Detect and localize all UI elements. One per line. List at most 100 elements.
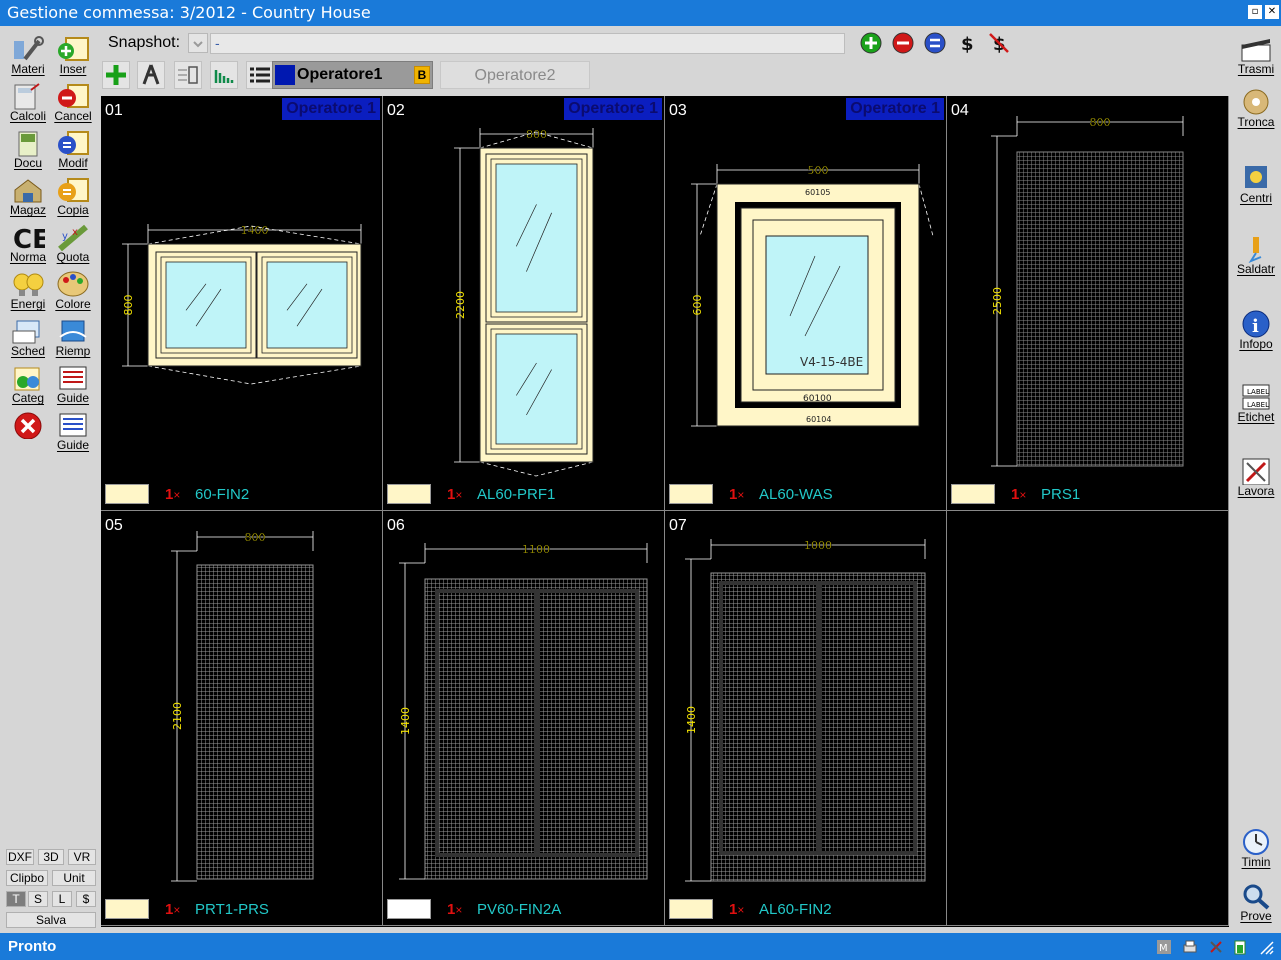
toolbar-button-sched[interactable]: Sched bbox=[6, 315, 50, 359]
small-button-dollar[interactable]: $ bbox=[76, 891, 96, 907]
toolbar-button-prove[interactable]: Prove bbox=[1233, 880, 1279, 924]
cut-roll-icon bbox=[1243, 89, 1269, 115]
width-dimension: 800 bbox=[1090, 116, 1111, 129]
window-drawing: 800 2100 bbox=[171, 531, 314, 882]
toolbar-button-inser[interactable]: Inser bbox=[51, 33, 95, 77]
bars-button[interactable] bbox=[210, 61, 238, 89]
remove-circle-icon[interactable] bbox=[891, 31, 915, 55]
window-cell[interactable]: 1000 1400 07 1× AL60-FIN2 bbox=[665, 511, 947, 926]
toolbar-button-energi[interactable]: Energi bbox=[6, 268, 50, 312]
window-cell[interactable]: 500 600 V4-15-4BE 60105 60100 60104 03 Operator… bbox=[665, 96, 947, 511]
wrench-tools-icon bbox=[14, 36, 44, 61]
cell-number: 06 bbox=[387, 517, 405, 534]
toolbar-button-label: Etichet bbox=[1237, 410, 1275, 424]
swap-circle-icon[interactable] bbox=[923, 31, 947, 55]
small-button-t[interactable]: T bbox=[6, 891, 26, 907]
toolbar-button-label: Timin bbox=[1241, 855, 1271, 869]
machining-center-icon bbox=[1245, 166, 1267, 188]
width-dimension: 1000 bbox=[804, 539, 832, 552]
metric-icon[interactable]: M bbox=[1156, 939, 1172, 955]
window-code: PRS1 bbox=[1041, 486, 1081, 503]
add-button[interactable] bbox=[102, 61, 130, 89]
left-toolbar: Materi Inser Calcoli Cancel Docu Modif Magaz Co… bbox=[0, 26, 100, 933]
toolbar-button-infopo[interactable]: i Infopo bbox=[1233, 308, 1279, 352]
small-button-salva[interactable]: Salva bbox=[6, 912, 96, 928]
toolbar-button-timin[interactable]: Timin bbox=[1233, 826, 1279, 870]
toolbar-button-magaz[interactable]: Magaz bbox=[6, 174, 50, 218]
width-dimension: 1400 bbox=[241, 224, 269, 237]
window-cell[interactable]: 800 2200 02 Operatore 1 1× AL60-PRF1 bbox=[383, 96, 665, 511]
color-swatch[interactable] bbox=[669, 484, 713, 504]
toolbar-button-guide[interactable]: Guide bbox=[51, 409, 95, 453]
welder-icon bbox=[1248, 237, 1262, 263]
quantity: 1× bbox=[729, 901, 744, 918]
toolbar-button-trasmi[interactable]: Trasmi bbox=[1233, 33, 1279, 77]
dollar-icon[interactable]: $ bbox=[955, 31, 979, 55]
cell-number: 02 bbox=[387, 102, 405, 119]
close-window-button[interactable]: ✕ bbox=[1265, 5, 1279, 19]
compass-button[interactable] bbox=[137, 61, 165, 89]
color-swatch[interactable] bbox=[105, 484, 149, 504]
snapshot-field[interactable]: - bbox=[210, 33, 845, 54]
toolbar-button-riemp[interactable]: Riemp bbox=[51, 315, 95, 359]
small-button-unit[interactable]: Unit bbox=[52, 870, 96, 886]
toolbar-button-guide[interactable]: Guide bbox=[51, 362, 95, 406]
window-cell[interactable]: 800 2500 04 1× PRS1 bbox=[947, 96, 1229, 511]
copy-icon bbox=[58, 178, 89, 202]
toolbar-button-lavora[interactable]: Lavora bbox=[1233, 455, 1279, 499]
list-view-button[interactable] bbox=[246, 61, 274, 89]
toolbar-button-saldatr[interactable]: Saldatr bbox=[1233, 233, 1279, 277]
window-cell[interactable]: 800 2100 05 1× PRT1-PRS bbox=[101, 511, 383, 926]
profile-button[interactable] bbox=[174, 61, 202, 89]
snapshot-dropdown[interactable] bbox=[188, 33, 208, 53]
toolbar-button-tronca[interactable]: Tronca bbox=[1233, 86, 1279, 130]
quota-icon: xy bbox=[58, 224, 88, 251]
small-button-s[interactable]: S bbox=[28, 891, 48, 907]
toolbar-button-modif[interactable]: Modif bbox=[51, 127, 95, 171]
toolbar-button-colore[interactable]: Colore bbox=[51, 268, 95, 312]
toolbar-button-materi[interactable]: Materi bbox=[6, 33, 50, 77]
color-swatch[interactable] bbox=[105, 899, 149, 919]
window-cell[interactable]: 1100 1400 06 1× PV60-FIN2A bbox=[383, 511, 665, 926]
tools-icon[interactable] bbox=[1208, 939, 1224, 955]
color-swatch[interactable] bbox=[387, 484, 431, 504]
toolbar-button-calcoli[interactable]: Calcoli bbox=[6, 80, 50, 124]
profile-icon bbox=[178, 66, 198, 84]
toolbar-button-centri[interactable]: Centri bbox=[1233, 162, 1279, 206]
restore-button[interactable]: ▫ bbox=[1248, 5, 1262, 19]
toolbar-button-label: Cancel bbox=[54, 109, 92, 123]
tab-operatore2[interactable]: Operatore2 bbox=[440, 61, 590, 89]
no-dollar-icon[interactable]: $ bbox=[987, 31, 1011, 55]
small-button-vr[interactable]: VR bbox=[68, 849, 96, 865]
small-button-clipbo[interactable]: Clipbo bbox=[6, 870, 48, 886]
cell-number: 05 bbox=[105, 517, 123, 534]
add-circle-icon[interactable] bbox=[859, 31, 883, 55]
battery-icon[interactable] bbox=[1232, 939, 1248, 955]
color-swatch[interactable] bbox=[669, 899, 713, 919]
color-swatch[interactable] bbox=[951, 484, 995, 504]
toolbar-button-norma[interactable]: CE Norma bbox=[6, 221, 50, 265]
toolbar-button-docu[interactable]: Docu bbox=[6, 127, 50, 171]
toolbar-button-categ[interactable]: Categ bbox=[6, 362, 50, 406]
title-bar: Gestione commessa: 3/2012 - Country Hous… bbox=[0, 0, 1281, 26]
toolbar-button-cancel[interactable]: Cancel bbox=[51, 80, 95, 124]
tab-operatore1[interactable]: Operatore1 B bbox=[272, 61, 433, 89]
height-dimension: 1400 bbox=[399, 707, 412, 735]
window-cell[interactable]: 1400 800 01 Operatore 1 1× 60-FIN2 bbox=[101, 96, 383, 511]
small-button-dxf[interactable]: DXF bbox=[6, 849, 34, 865]
toolbar-button-copia[interactable]: Copia bbox=[51, 174, 95, 218]
close-icon bbox=[14, 412, 42, 439]
printer-icon[interactable] bbox=[1182, 939, 1198, 955]
toolbar-button-exit[interactable] bbox=[6, 409, 50, 453]
toolbar-button-etichet[interactable]: LABEL LABEL Etichet bbox=[1233, 381, 1279, 425]
ce-mark-icon: CE bbox=[13, 225, 45, 251]
profile-code: 60105 bbox=[805, 188, 830, 197]
color-swatch[interactable] bbox=[387, 899, 431, 919]
resize-grip-icon[interactable] bbox=[1258, 939, 1274, 955]
toolbar-button-quota[interactable]: x y Quota bbox=[51, 221, 95, 265]
small-button-l[interactable]: L bbox=[52, 891, 72, 907]
chevron-down-icon bbox=[193, 41, 203, 48]
small-button-three_d[interactable]: 3D bbox=[38, 849, 64, 865]
height-dimension: 800 bbox=[122, 295, 135, 316]
quantity: 1× bbox=[165, 486, 180, 503]
